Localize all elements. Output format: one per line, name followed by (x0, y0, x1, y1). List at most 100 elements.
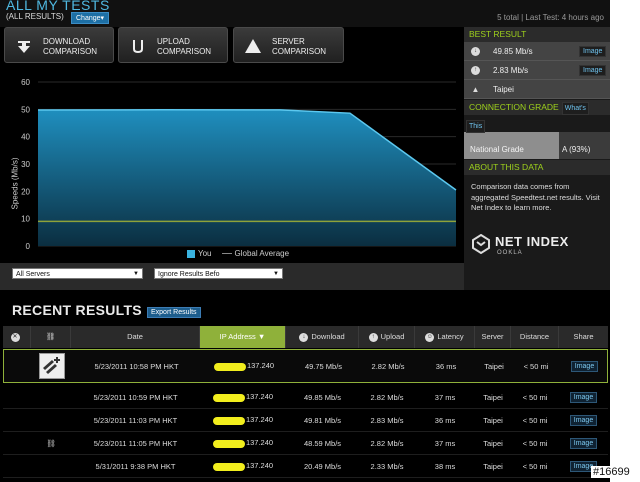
row-share-icon-cell: ⛓ (31, 432, 71, 454)
row-server: Taipei (483, 438, 503, 448)
latency-icon: ☺ (425, 332, 435, 342)
net-index-logo[interactable]: NET INDEX OOKLA (469, 232, 607, 262)
results-table-header: ✕ ⛓ Date IP Address ▼ ↓ Download ↑ Upload … (3, 326, 608, 348)
top-bar: ALL MY TESTS (ALL RESULTS) Change▾ 5 tot… (0, 0, 610, 27)
row-latency: 36 ms (435, 361, 457, 371)
row-distance: < 50 mi (522, 415, 548, 425)
row-upload: 2.82 Mb/s (370, 438, 404, 448)
col-ip-address[interactable]: IP Address ▼ (200, 326, 286, 348)
row-ip: 137.240 (200, 432, 286, 454)
download-icon: ↓ (299, 332, 309, 342)
upload-icon: ↑ (471, 66, 480, 75)
export-results-button[interactable]: Export Results (147, 307, 201, 318)
redaction-mark (212, 393, 245, 402)
share-column-icon[interactable]: ⛓ (31, 326, 71, 348)
row-ip: 137.240 (201, 350, 287, 382)
row-date: 5/31/2011 9:38 PM HKT (95, 461, 176, 471)
about-data-header: ABOUT THIS DATA (464, 160, 610, 175)
best-download-image-button[interactable]: Image (579, 46, 607, 57)
ignore-results-select[interactable]: Ignore Results Befo ▼ (154, 268, 283, 279)
row-date: 5/23/2011 10:59 PM HKT (93, 392, 178, 402)
table-row[interactable]: ⛓ 5/23/2011 11:05 PM HKT 137.240 48.59 Mb/s… (3, 432, 608, 455)
connection-grade-header: CONNECTION GRADE What's (464, 100, 610, 115)
table-row[interactable]: 5/31/2011 9:38 PM HKT 137.240 20.49 Mb/s 2.… (3, 455, 608, 478)
row-share: Image (559, 386, 608, 408)
col-date[interactable]: Date (71, 326, 200, 348)
legend-swatch-global (221, 253, 232, 255)
row-download: 49.81 Mb/s (303, 415, 342, 425)
row-ip: 137.240 (200, 409, 286, 431)
row-server: Taipei (483, 415, 503, 425)
col-distance[interactable]: Distance (511, 326, 559, 348)
share-image-button[interactable]: Image (569, 391, 598, 403)
close-icon: ✕ (10, 332, 20, 342)
chart-ylabel: Speeds (Mb/s) (10, 157, 20, 210)
y-tick-label: 20 (21, 187, 30, 196)
row-download: 49.85 Mb/s (303, 392, 342, 402)
row-distance: < 50 mi (523, 361, 549, 371)
change-button[interactable]: Change▾ (71, 12, 110, 24)
legend-swatch-you (187, 249, 195, 258)
row-delete-cell (3, 409, 31, 431)
col-share[interactable]: Share (559, 326, 608, 348)
row-ip: 137.240 (200, 455, 286, 477)
filter-bar: All Servers ▼ Ignore Results Befo ▼ (0, 263, 464, 290)
chart-panel: DOWNLOAD COMPARISON UPLOAD COMPARISON SERV… (0, 27, 464, 290)
status-text: 5 total | Last Test: 4 hours ago (497, 13, 604, 22)
row-upload: 2.33 Mb/s (370, 461, 404, 471)
whats-this-link[interactable]: What's (561, 102, 589, 115)
national-grade: National Grade A (93%) (464, 132, 610, 159)
about-data-text: Comparison data comes from aggregated Sp… (471, 182, 600, 212)
table-row[interactable]: 5/23/2011 10:59 PM HKT 137.240 49.85 Mb/s 2… (3, 386, 608, 409)
row-ip: 137.240 (200, 386, 286, 408)
y-tick-label: 60 (21, 78, 30, 87)
y-tick-label: 10 (21, 215, 30, 224)
row-share: Image (560, 350, 609, 382)
share-image-button[interactable]: Image (569, 414, 598, 426)
col-server[interactable]: Server (475, 326, 511, 348)
row-server: Taipei (483, 461, 503, 471)
row-delete-cell (3, 455, 31, 477)
y-tick-label: 50 (21, 105, 30, 114)
row-distance: < 50 mi (522, 461, 548, 471)
link-icon[interactable]: ⛓ (46, 439, 56, 448)
recent-results: RECENT RESULTS Export Results ✕ ⛓ Date I… (0, 290, 610, 482)
row-upload: 2.83 Mb/s (370, 415, 404, 425)
row-server: Taipei (484, 361, 504, 371)
grade-label: National Grade (464, 132, 559, 159)
result-thumbnail-icon[interactable] (39, 353, 65, 379)
row-server: Taipei (483, 392, 503, 402)
row-share-icon-cell (31, 386, 71, 408)
net-index-logo-icon (472, 234, 490, 254)
table-row[interactable]: 5/23/2011 11:03 PM HKT 137.240 49.81 Mb/s 2… (3, 409, 608, 432)
recent-results-title: RECENT RESULTS (12, 302, 142, 318)
y-tick-label: 0 (26, 242, 31, 251)
download-icon: ↓ (471, 47, 480, 56)
redaction-mark (212, 439, 245, 448)
row-share: Image (559, 432, 608, 454)
servers-select[interactable]: All Servers ▼ (12, 268, 143, 279)
row-download: 49.75 Mb/s (304, 361, 343, 371)
row-upload: 2.82 Mb/s (370, 392, 404, 402)
best-result-header: BEST RESULT (464, 27, 610, 42)
share-image-button[interactable]: Image (569, 437, 598, 449)
col-latency[interactable]: ☺ Latency (415, 326, 475, 348)
row-date: 5/23/2011 10:58 PM HKT (94, 361, 179, 371)
delete-column[interactable]: ✕ (3, 326, 31, 348)
chart-legend: You Global Average (187, 249, 289, 258)
share-image-button[interactable]: Image (570, 360, 599, 372)
whats-this-link-continued[interactable]: This (466, 120, 486, 133)
best-upload-image-button[interactable]: Image (579, 65, 607, 76)
side-panel: BEST RESULT ↓ 49.85 Mb/s Image ↑ 2.83 Mb… (464, 27, 610, 290)
col-download[interactable]: ↓ Download (286, 326, 359, 348)
row-delete-cell (3, 386, 31, 408)
best-download-row: ↓ 49.85 Mb/s Image (464, 42, 610, 61)
row-latency: 38 ms (434, 461, 456, 471)
chevron-down-icon: ▼ (273, 271, 279, 277)
row-latency: 36 ms (434, 415, 456, 425)
table-row[interactable]: 5/23/2011 10:58 PM HKT 137.240 49.75 Mb/s 2… (3, 349, 608, 383)
row-date: 5/23/2011 11:03 PM HKT (93, 415, 178, 425)
col-upload[interactable]: ↑ Upload (359, 326, 415, 348)
legend-global-average: Global Average (234, 249, 290, 258)
watermark-text: #16699 (591, 466, 632, 478)
